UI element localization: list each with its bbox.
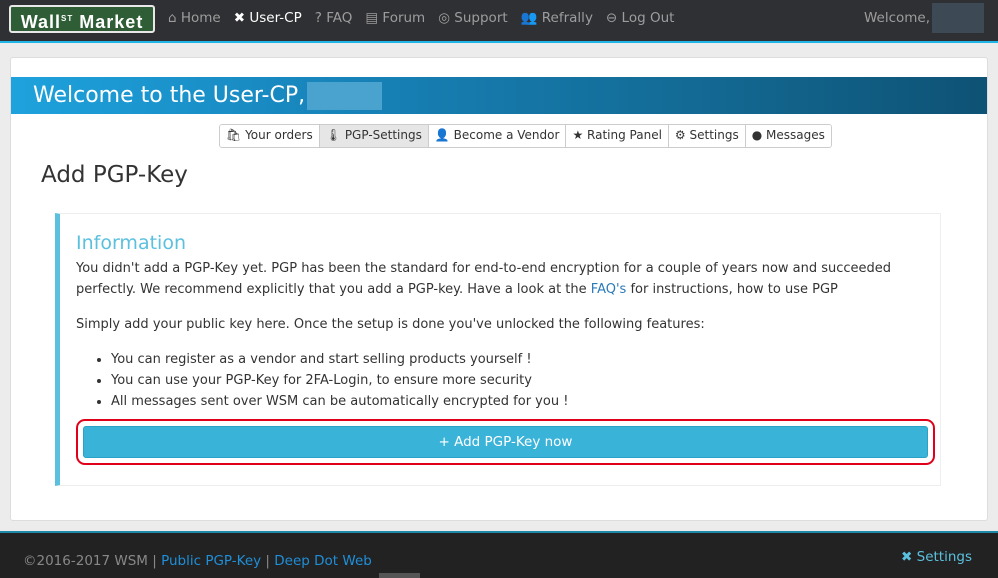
user-add-icon: 👤 — [434, 128, 450, 142]
tab-label: PGP-Settings — [344, 128, 422, 142]
tab-messages[interactable]: ● Messages — [745, 125, 831, 147]
info-text: for instructions, how to use PGP — [626, 282, 838, 297]
tab-label: Messages — [766, 128, 825, 142]
information-box: Information You didn't add a PGP-Key yet… — [55, 213, 941, 486]
user-cp-panel: Welcome to the User-CP, 🛍 Your orders 🌡 … — [10, 57, 988, 521]
info-paragraph-2: Simply add your public key here. Once th… — [76, 317, 705, 332]
list-item: You can register as a vendor and start s… — [111, 349, 924, 370]
public-pgp-key-link[interactable]: Public PGP-Key — [161, 553, 261, 569]
nav-forum[interactable]: ▤ Forum — [365, 10, 425, 26]
tab-label: Your orders — [245, 128, 313, 142]
tab-rating-panel[interactable]: ★ Rating Panel — [566, 125, 669, 147]
forum-icon: ▤ — [365, 10, 379, 26]
separator: | — [265, 553, 270, 569]
thermometer-icon: 🌡 — [325, 128, 341, 142]
copyright: ©2016-2017 WSM | — [23, 553, 157, 569]
nav-refrally[interactable]: 👥 Refrally — [521, 10, 593, 26]
logo-sup: ST — [61, 14, 74, 23]
redacted-username — [932, 3, 984, 33]
welcome-text: Welcome, — [863, 10, 930, 26]
tab-become-vendor[interactable]: 👤 Become a Vendor — [428, 125, 567, 147]
user-cp-tabs: 🛍 Your orders 🌡 PGP-Settings 👤 Become a … — [219, 124, 832, 148]
deep-dot-web-link[interactable]: Deep Dot Web — [274, 553, 372, 569]
tab-label: Settings — [689, 128, 739, 142]
list-item: All messages sent over WSM can be automa… — [111, 391, 924, 412]
redacted-username — [307, 82, 383, 110]
nav-label: Home — [180, 10, 221, 26]
banner-title: Welcome to the User-CP, — [33, 83, 306, 108]
tab-label: Become a Vendor — [453, 128, 560, 142]
tab-label: Rating Panel — [587, 128, 662, 142]
star-icon: ★ — [572, 128, 584, 142]
chat-icon: ● — [751, 128, 763, 142]
home-icon: ⌂ — [168, 10, 177, 26]
logo-text-2: Market — [79, 12, 144, 32]
faq-link[interactable]: FAQ's — [591, 282, 627, 297]
bag-icon: 🛍 — [226, 128, 242, 142]
tab-pgp-settings[interactable]: 🌡 PGP-Settings — [319, 125, 429, 147]
footer: ©2016-2017 WSM | Public PGP-Key | Deep D… — [0, 531, 998, 578]
feature-list: You can register as a vendor and start s… — [111, 349, 924, 412]
nav-label: Log Out — [621, 10, 675, 26]
welcome-banner: Welcome to the User-CP, — [11, 77, 987, 114]
tab-settings[interactable]: ⚙ Settings — [668, 125, 746, 147]
nav-user-cp[interactable]: ✖ User-CP — [234, 10, 302, 26]
add-pgp-key-button[interactable]: + Add PGP-Key now — [83, 426, 928, 458]
nav-label: Refrally — [541, 10, 593, 26]
top-navbar: WallST Market ⌂ Home ✖ User-CP ? FAQ ▤ F… — [0, 0, 998, 43]
logo-text: Wall — [20, 12, 62, 32]
lifebuoy-icon: ◎ — [438, 10, 450, 26]
tab-your-orders[interactable]: 🛍 Your orders — [220, 125, 320, 147]
nav-label: Support — [454, 10, 508, 26]
scrollbar[interactable] — [379, 573, 420, 578]
gear-icon: ⚙ — [674, 128, 686, 142]
nav-label: Forum — [382, 10, 426, 26]
nav-faq[interactable]: ? FAQ — [315, 10, 353, 26]
logout-icon: ⊖ — [605, 10, 618, 26]
logo[interactable]: WallST Market — [9, 5, 155, 33]
list-item: You can use your PGP-Key for 2FA-Login, … — [111, 370, 924, 391]
nav-logout[interactable]: ⊖ Log Out — [606, 10, 675, 26]
nav-support[interactable]: ◎ Support — [438, 10, 507, 26]
footer-settings-link[interactable]: ✖ Settings — [901, 549, 972, 565]
page-title: Add PGP-Key — [41, 162, 188, 188]
nav-home[interactable]: ⌂ Home — [168, 10, 221, 26]
info-title: Information — [76, 232, 186, 254]
question-icon: ? — [314, 10, 322, 26]
nav-label: FAQ — [326, 10, 353, 26]
highlight-outline: + Add PGP-Key now — [76, 419, 935, 465]
users-icon: 👥 — [520, 10, 538, 26]
nav-label: User-CP — [249, 10, 302, 26]
info-paragraph: You didn't add a PGP-Key yet. PGP has be… — [76, 258, 924, 300]
tools-icon: ✖ — [233, 10, 246, 26]
